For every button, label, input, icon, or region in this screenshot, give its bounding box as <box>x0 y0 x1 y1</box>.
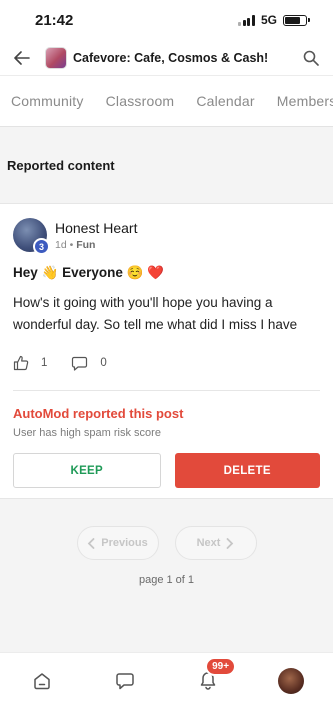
like-count: 1 <box>41 357 48 369</box>
comment-icon <box>72 356 88 371</box>
tab-classroom[interactable]: Classroom <box>106 93 175 109</box>
post-title[interactable]: Hey 👋 Everyone ☺️ ❤️ <box>13 265 320 281</box>
tab-members[interactable]: Members <box>277 93 333 109</box>
automod-title: AutoMod reported this post <box>13 406 184 421</box>
signal-icon <box>238 14 255 26</box>
meta-separator: • <box>69 238 74 251</box>
nav-home[interactable] <box>22 665 62 697</box>
reactions-row: 1 0 <box>13 355 320 371</box>
author-name[interactable]: Honest Heart <box>55 220 137 236</box>
nav-chat[interactable] <box>105 665 145 697</box>
home-icon <box>33 672 50 689</box>
comment-count: 0 <box>100 357 107 369</box>
nav-profile[interactable] <box>271 665 311 697</box>
post-category[interactable]: Fun <box>76 239 95 251</box>
post-time: 1d <box>55 238 67 251</box>
previous-button[interactable]: Previous <box>76 526 159 560</box>
page-info: page 1 of 1 <box>138 574 195 586</box>
previous-label: Previous <box>101 537 148 549</box>
chevron-left-icon <box>87 537 95 549</box>
post-meta: Honest Heart 1d • Fun <box>55 220 137 251</box>
next-label: Next <box>196 537 221 549</box>
status-indicators: 5G <box>238 13 310 27</box>
chevron-right-icon <box>227 537 234 549</box>
tab-bar: Community Classroom Calendar Members <box>0 75 333 127</box>
network-label: 5G <box>260 13 277 27</box>
next-button[interactable]: Next <box>174 526 257 560</box>
search-icon <box>303 50 319 66</box>
section-title: Reported content <box>7 157 115 173</box>
automod-reason: User has high spam risk score <box>13 427 161 439</box>
keep-button[interactable]: KEEP <box>13 453 161 488</box>
comment-button[interactable]: 0 <box>71 356 107 371</box>
moderation-actions: KEEP DELETE <box>13 453 320 488</box>
status-time: 21:42 <box>35 11 74 29</box>
group-name[interactable]: Cafevore: Cafe, Cosmos & Cash! <box>73 51 301 65</box>
nav-notifications[interactable]: 99+ <box>188 656 237 697</box>
bottom-nav: 99+ <box>0 652 333 720</box>
reported-post-card: 3 Honest Heart 1d • Fun Hey 👋 Everyone ☺… <box>0 203 333 499</box>
profile-avatar <box>278 667 305 694</box>
battery-icon <box>283 14 310 26</box>
tab-calendar[interactable]: Calendar <box>196 93 254 109</box>
tab-community[interactable]: Community <box>11 93 84 109</box>
search-button[interactable] <box>301 48 321 68</box>
thumbs-up-icon <box>13 355 29 371</box>
like-button[interactable]: 1 <box>13 355 47 371</box>
post-header: 3 Honest Heart 1d • Fun <box>13 218 320 255</box>
divider <box>13 390 320 391</box>
post-body[interactable]: How's it going with you'll hope you havi… <box>13 292 320 335</box>
post-submeta: 1d • Fun <box>55 239 137 251</box>
back-button[interactable] <box>12 48 32 68</box>
pagination: Previous Next <box>0 526 333 560</box>
delete-button[interactable]: DELETE <box>174 453 320 488</box>
author-avatar[interactable]: 3 <box>13 218 50 255</box>
chat-icon <box>116 672 134 689</box>
status-bar: 21:42 5G <box>0 0 333 40</box>
section-header: Reported content <box>0 127 333 203</box>
top-bar: Cafevore: Cafe, Cosmos & Cash! <box>0 40 333 75</box>
notification-badge: 99+ <box>205 656 237 676</box>
arrow-left-icon <box>14 50 30 65</box>
level-badge: 3 <box>33 238 50 255</box>
group-avatar[interactable] <box>45 46 67 69</box>
